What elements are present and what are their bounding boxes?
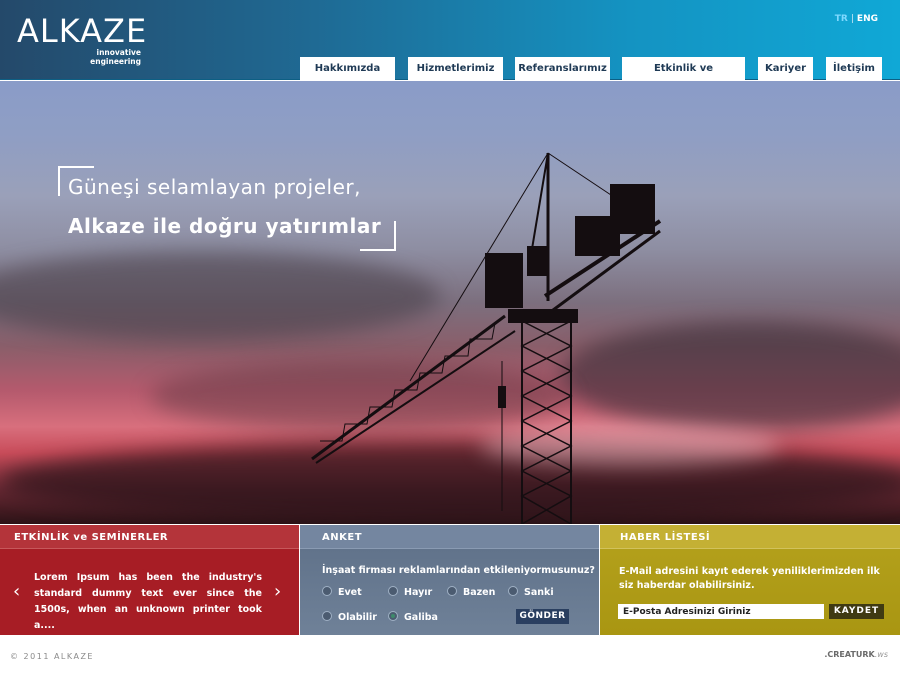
site-header: ALKAZE innovative engineering TR | ENG Hak…: [0, 0, 900, 98]
chevron-right-icon[interactable]: ›: [274, 583, 281, 601]
nav-item-iletisim[interactable]: İletişim: [826, 57, 882, 80]
lang-separator: |: [850, 14, 854, 24]
survey-option-label: Galiba: [404, 612, 438, 623]
events-text: Lorem Ipsum has been the industry's stan…: [34, 572, 262, 631]
credit-brand: .CREATURK: [824, 650, 875, 659]
newsletter-title: HABER LİSTESİ: [600, 525, 900, 549]
lang-tr[interactable]: TR: [835, 14, 848, 24]
logo-brand: ALKAZE: [17, 12, 148, 50]
credit-suffix: .ws: [874, 650, 888, 659]
nav-item-kariyer[interactable]: Kariyer: [758, 57, 813, 80]
main-nav: Hakkımızda Hizmetlerimiz Referanslarımız…: [0, 57, 900, 98]
slogan-line-1: Güneşi selamlayan projeler,: [68, 175, 361, 199]
survey-option-evet[interactable]: Evet: [322, 586, 362, 598]
lang-eng[interactable]: ENG: [857, 14, 878, 24]
language-switcher: TR | ENG: [835, 14, 878, 24]
survey-option-label: Evet: [338, 587, 362, 598]
nav-item-etkinlik[interactable]: Etkinlik ve Seminerler: [622, 57, 745, 98]
survey-option-galiba[interactable]: Galiba: [388, 611, 438, 623]
radio-icon[interactable]: [447, 586, 457, 596]
radio-icon[interactable]: [322, 611, 332, 621]
survey-option-label: Hayır: [404, 587, 433, 598]
hero-slogan: Güneşi selamlayan projeler, Alkaze ile d…: [58, 166, 398, 251]
designer-credit[interactable]: .CREATURK.ws: [824, 650, 888, 659]
copyright: © 2011 ALKAZE: [10, 652, 94, 661]
survey-submit-button[interactable]: GÖNDER: [516, 609, 569, 624]
survey-option-label: Olabilir: [338, 612, 377, 623]
survey-option-bazen[interactable]: Bazen: [447, 586, 495, 598]
radio-icon[interactable]: [322, 586, 332, 596]
nav-item-hizmetlerimiz[interactable]: Hizmetlerimiz: [408, 57, 503, 80]
survey-option-label: Bazen: [463, 587, 496, 598]
radio-checked-icon[interactable]: [388, 611, 398, 621]
survey-title: ANKET: [300, 525, 599, 549]
events-panel: ETKİNLİK ve SEMİNERLER ‹ Lorem Ipsum has…: [0, 525, 299, 635]
newsletter-text: E-Mail adresini kayıt ederek yenilikleri…: [619, 566, 880, 591]
newsletter-save-button[interactable]: KAYDET: [829, 604, 884, 619]
survey-option-hayir[interactable]: Hayır: [388, 586, 432, 598]
radio-icon[interactable]: [508, 586, 518, 596]
radio-icon[interactable]: [388, 586, 398, 596]
survey-question: İnşaat firması reklamlarından etkileniyo…: [322, 565, 595, 576]
survey-option-sanki[interactable]: Sanki: [508, 586, 554, 598]
logo-tagline-1: innovative: [96, 48, 141, 57]
slogan-bracket-bottom-right: [360, 221, 396, 251]
nav-item-referanslarimiz[interactable]: Referanslarımız: [515, 57, 610, 80]
events-title: ETKİNLİK ve SEMİNERLER: [0, 525, 299, 549]
survey-panel: ANKET İnşaat firması reklamlarından etki…: [300, 525, 599, 635]
chevron-left-icon[interactable]: ‹: [13, 583, 20, 601]
slogan-line-2: Alkaze ile doğru yatırımlar: [68, 214, 382, 238]
nav-item-hakkimizda[interactable]: Hakkımızda: [300, 57, 395, 80]
email-field[interactable]: [618, 604, 824, 619]
hero-banner: Güneşi selamlayan projeler, Alkaze ile d…: [0, 81, 900, 524]
newsletter-panel: HABER LİSTESİ E-Mail adresini kayıt eder…: [600, 525, 900, 635]
crane-silhouette: [311, 152, 662, 524]
survey-option-olabilir[interactable]: Olabilir: [322, 611, 377, 623]
survey-option-label: Sanki: [524, 587, 554, 598]
